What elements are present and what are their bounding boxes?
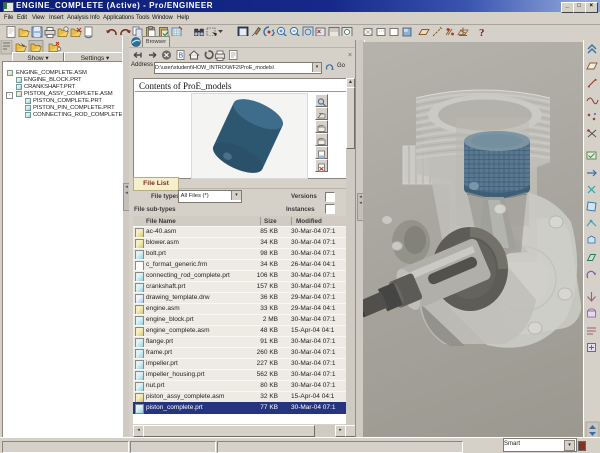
svg-text:B: B: [179, 53, 184, 60]
svg-text:?: ?: [479, 27, 485, 39]
